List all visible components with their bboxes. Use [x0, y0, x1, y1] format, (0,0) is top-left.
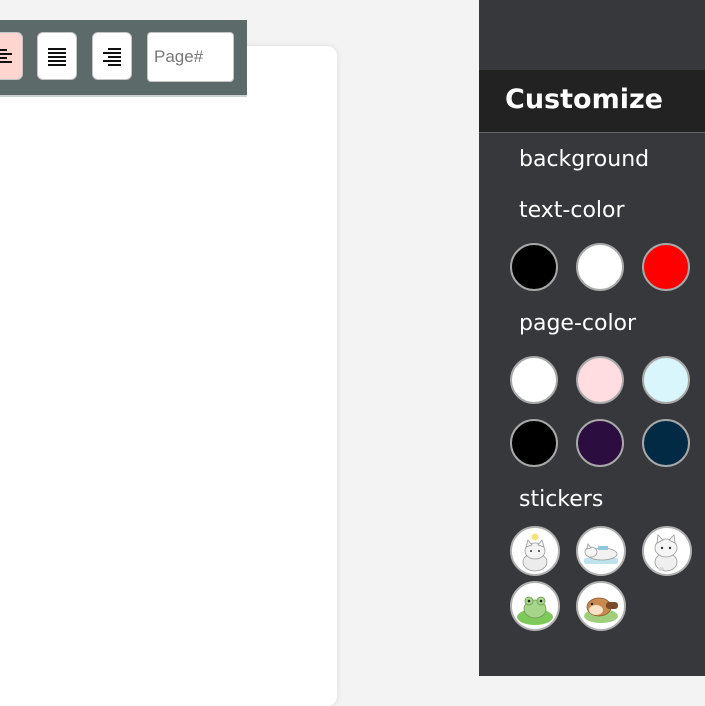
cat-lying-icon: [584, 543, 618, 564]
align-justify-button[interactable]: [37, 32, 77, 80]
page-color-white-swatch[interactable]: [510, 356, 558, 404]
hamster-icon: [584, 597, 618, 623]
page-number-input[interactable]: [147, 32, 234, 82]
cat-idea-sticker[interactable]: [510, 526, 560, 576]
align-left-button[interactable]: [0, 32, 23, 80]
align-left-icon: [0, 49, 12, 63]
stickers-label: stickers: [519, 487, 604, 512]
text-color-white-swatch[interactable]: [576, 243, 624, 291]
customize-panel: Customize background text-color page-col…: [479, 0, 705, 676]
panel-title: Customize: [505, 84, 663, 115]
frog-icon: [517, 596, 553, 625]
hamster-sticker[interactable]: [576, 581, 626, 631]
background-label[interactable]: background: [519, 147, 649, 172]
cat-idea-icon: [522, 533, 548, 572]
frog-sticker[interactable]: [510, 581, 560, 631]
align-justify-icon: [48, 48, 66, 66]
cat-lying-sticker[interactable]: [576, 526, 626, 576]
panel-header: Customize: [479, 70, 705, 133]
text-color-label: text-color: [519, 198, 625, 223]
editor-page[interactable]: [0, 46, 337, 706]
page-color-pink-swatch[interactable]: [576, 356, 624, 404]
page-color-light-blue-swatch[interactable]: [642, 356, 690, 404]
align-right-icon: [103, 48, 121, 66]
page-color-label: page-color: [519, 311, 637, 336]
text-color-red-swatch[interactable]: [642, 243, 690, 291]
page-color-navy-swatch[interactable]: [642, 419, 690, 467]
align-right-button[interactable]: [92, 32, 132, 80]
cat-sitting-sticker[interactable]: [642, 526, 692, 576]
page-color-purple-swatch[interactable]: [576, 419, 624, 467]
page-color-black-swatch[interactable]: [510, 419, 558, 467]
format-toolbar: [0, 20, 247, 97]
text-color-black-swatch[interactable]: [510, 243, 558, 291]
cat-sitting-icon: [654, 534, 678, 572]
